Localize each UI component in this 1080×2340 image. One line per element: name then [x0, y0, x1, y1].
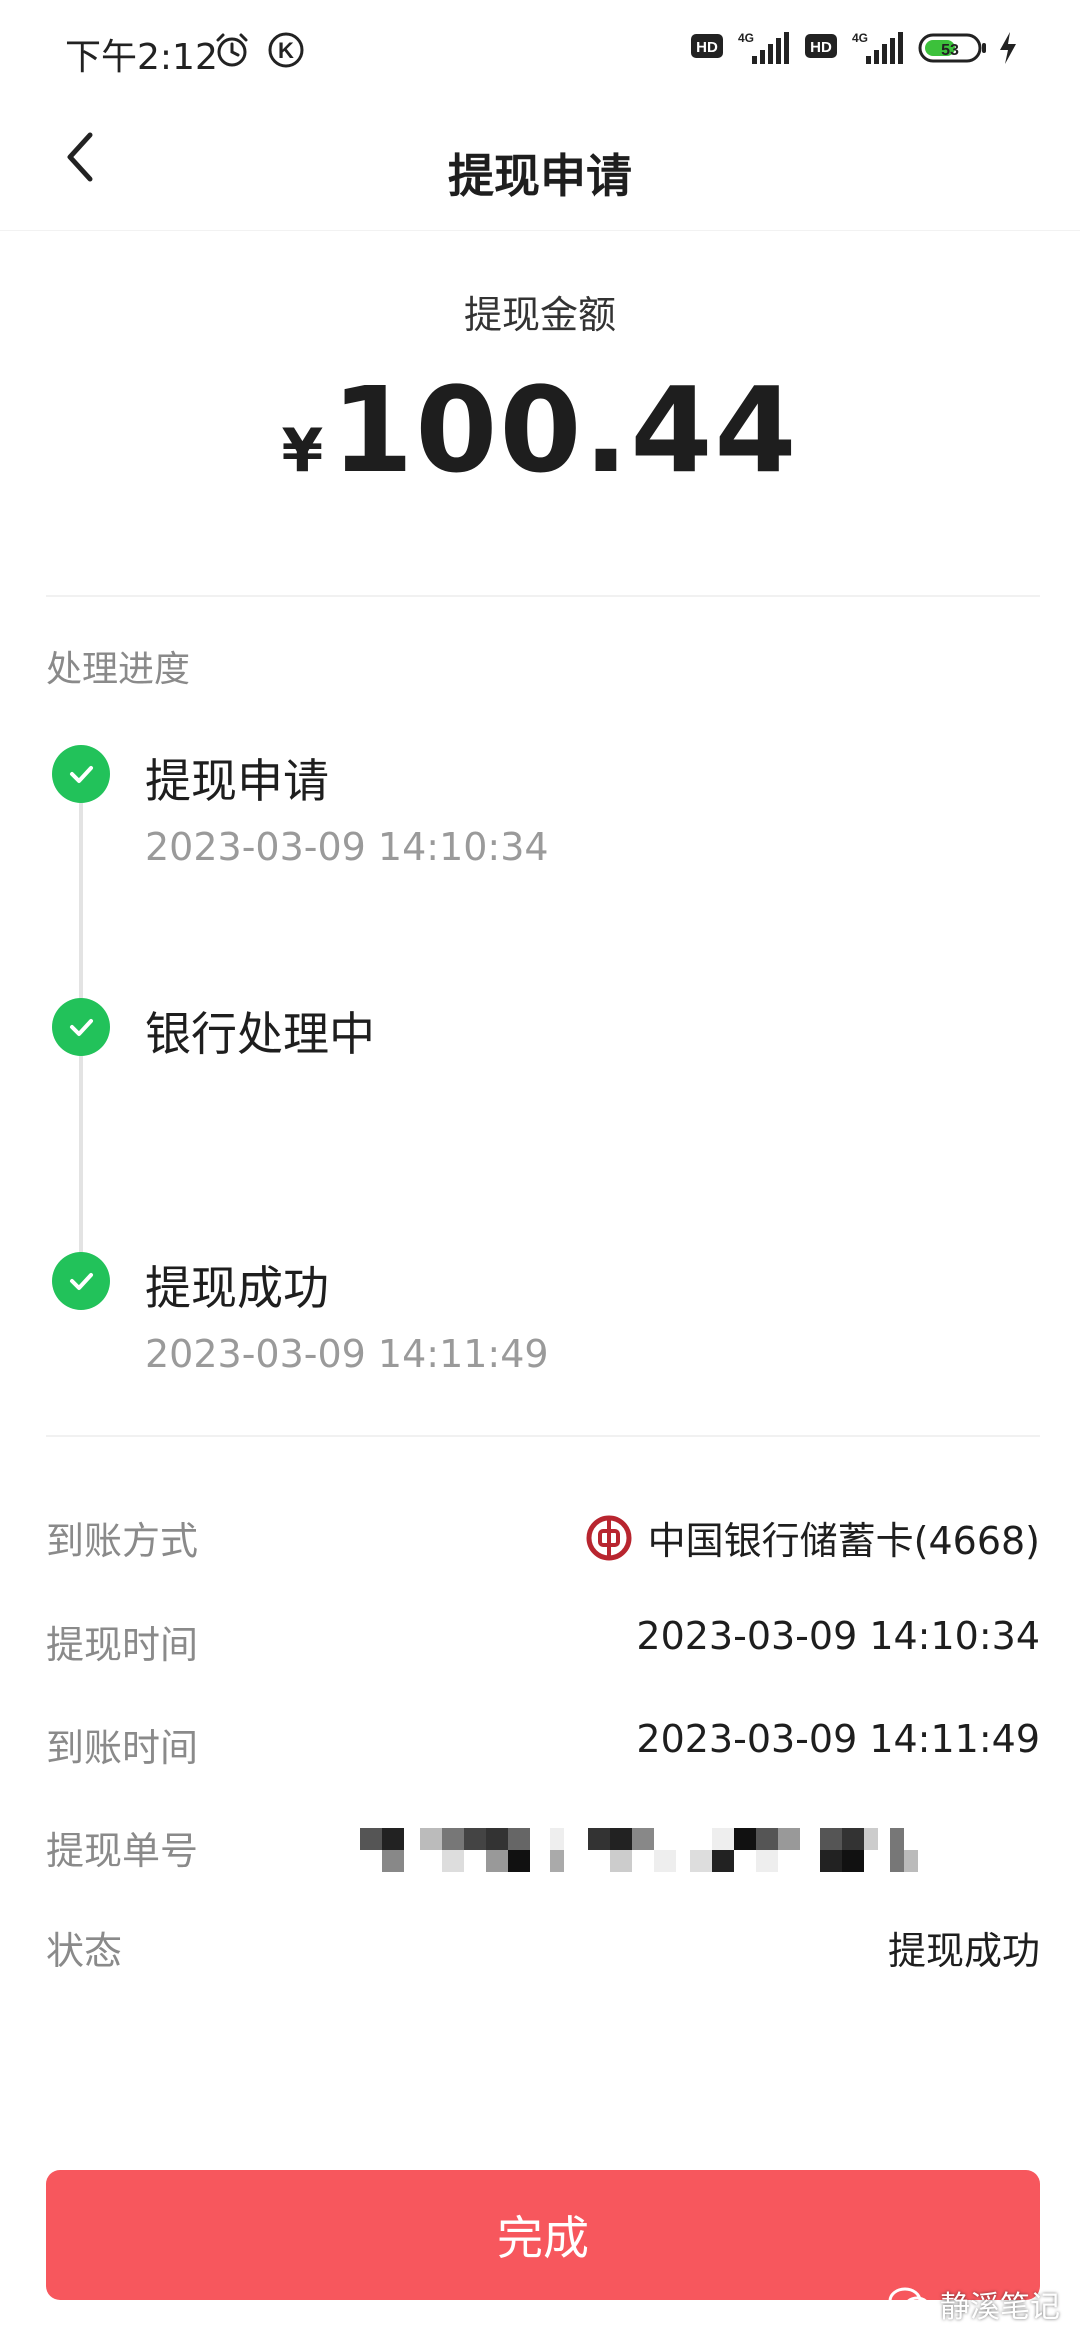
amount-label: 提现金额: [463, 293, 616, 337]
watermark-text: 静溪笔记: [940, 2290, 1060, 2325]
step-label: 银行处理中: [145, 1007, 375, 1061]
info-label: 提现时间: [46, 1623, 199, 1667]
status-bar: 下午2:12 K HD 4G HD 4G 53: [0, 0, 1080, 100]
progress-title: 处理进度: [46, 649, 191, 690]
signal-icon: 4G: [734, 30, 796, 74]
divider: [46, 595, 1040, 597]
check-icon: [52, 998, 110, 1056]
done-button[interactable]: 完成: [46, 2170, 1040, 2300]
bank-card-text: 中国银行储蓄卡(4668): [647, 1519, 1040, 1563]
svg-text:K: K: [278, 38, 294, 63]
info-row-status: 状态 提现成功: [46, 1920, 1040, 1980]
svg-text:4G: 4G: [852, 31, 868, 45]
info-value: 2023-03-09 14:11:49: [636, 1717, 1040, 1761]
charging-icon: [996, 30, 1020, 70]
currency-symbol: ¥: [281, 416, 324, 486]
hd-icon: HD: [690, 30, 726, 66]
svg-text:HD: HD: [696, 39, 718, 56]
step-time: 2023-03-09 14:11:49: [145, 1332, 549, 1376]
battery-icon: 53: [918, 30, 990, 70]
info-row-arrival-method: 到账方式 中国银行储蓄卡(4668): [46, 1510, 1040, 1570]
info-label: 提现单号: [46, 1829, 199, 1873]
alarm-icon: [212, 30, 252, 74]
step-label: 提现申请: [145, 754, 329, 808]
info-value: 2023-03-09 14:10:34: [636, 1614, 1040, 1658]
svg-text:HD: HD: [810, 39, 832, 56]
amount-display: ¥100.44: [0, 370, 1080, 490]
status-value: 提现成功: [887, 1929, 1040, 1973]
step-label: 提现成功: [145, 1261, 329, 1315]
info-value: 中国银行储蓄卡(4668): [586, 1510, 1040, 1565]
info-row-withdraw-time: 提现时间 2023-03-09 14:10:34: [46, 1614, 1040, 1674]
wechat-icon: [888, 2287, 931, 2320]
svg-text:4G: 4G: [738, 31, 754, 45]
info-label: 状态: [46, 1929, 123, 1973]
info-label: 到账时间: [46, 1726, 199, 1770]
nav-bar: 提现申请: [0, 100, 1080, 231]
amount-value: 100.44: [331, 361, 799, 499]
bank-of-china-logo-icon: [586, 1515, 632, 1560]
watermark: 静溪笔记: [888, 2282, 1060, 2326]
svg-text:53: 53: [941, 42, 959, 59]
info-row-order-no: 提现单号: [46, 1820, 1040, 1880]
info-label: 到账方式: [46, 1519, 199, 1563]
done-button-label: 完成: [497, 2211, 589, 2265]
redacted-order-number: [360, 1828, 918, 1872]
k-badge-icon: K: [266, 30, 306, 74]
page-title: 提现申请: [448, 149, 632, 203]
signal-icon: 4G: [848, 30, 910, 74]
status-time: 下午2:12: [65, 37, 218, 78]
check-icon: [52, 1252, 110, 1310]
divider: [46, 1435, 1040, 1437]
step-time: 2023-03-09 14:10:34: [145, 825, 549, 869]
hd-icon: HD: [804, 30, 840, 66]
info-row-arrival-time: 到账时间 2023-03-09 14:11:49: [46, 1717, 1040, 1777]
check-icon: [52, 745, 110, 803]
